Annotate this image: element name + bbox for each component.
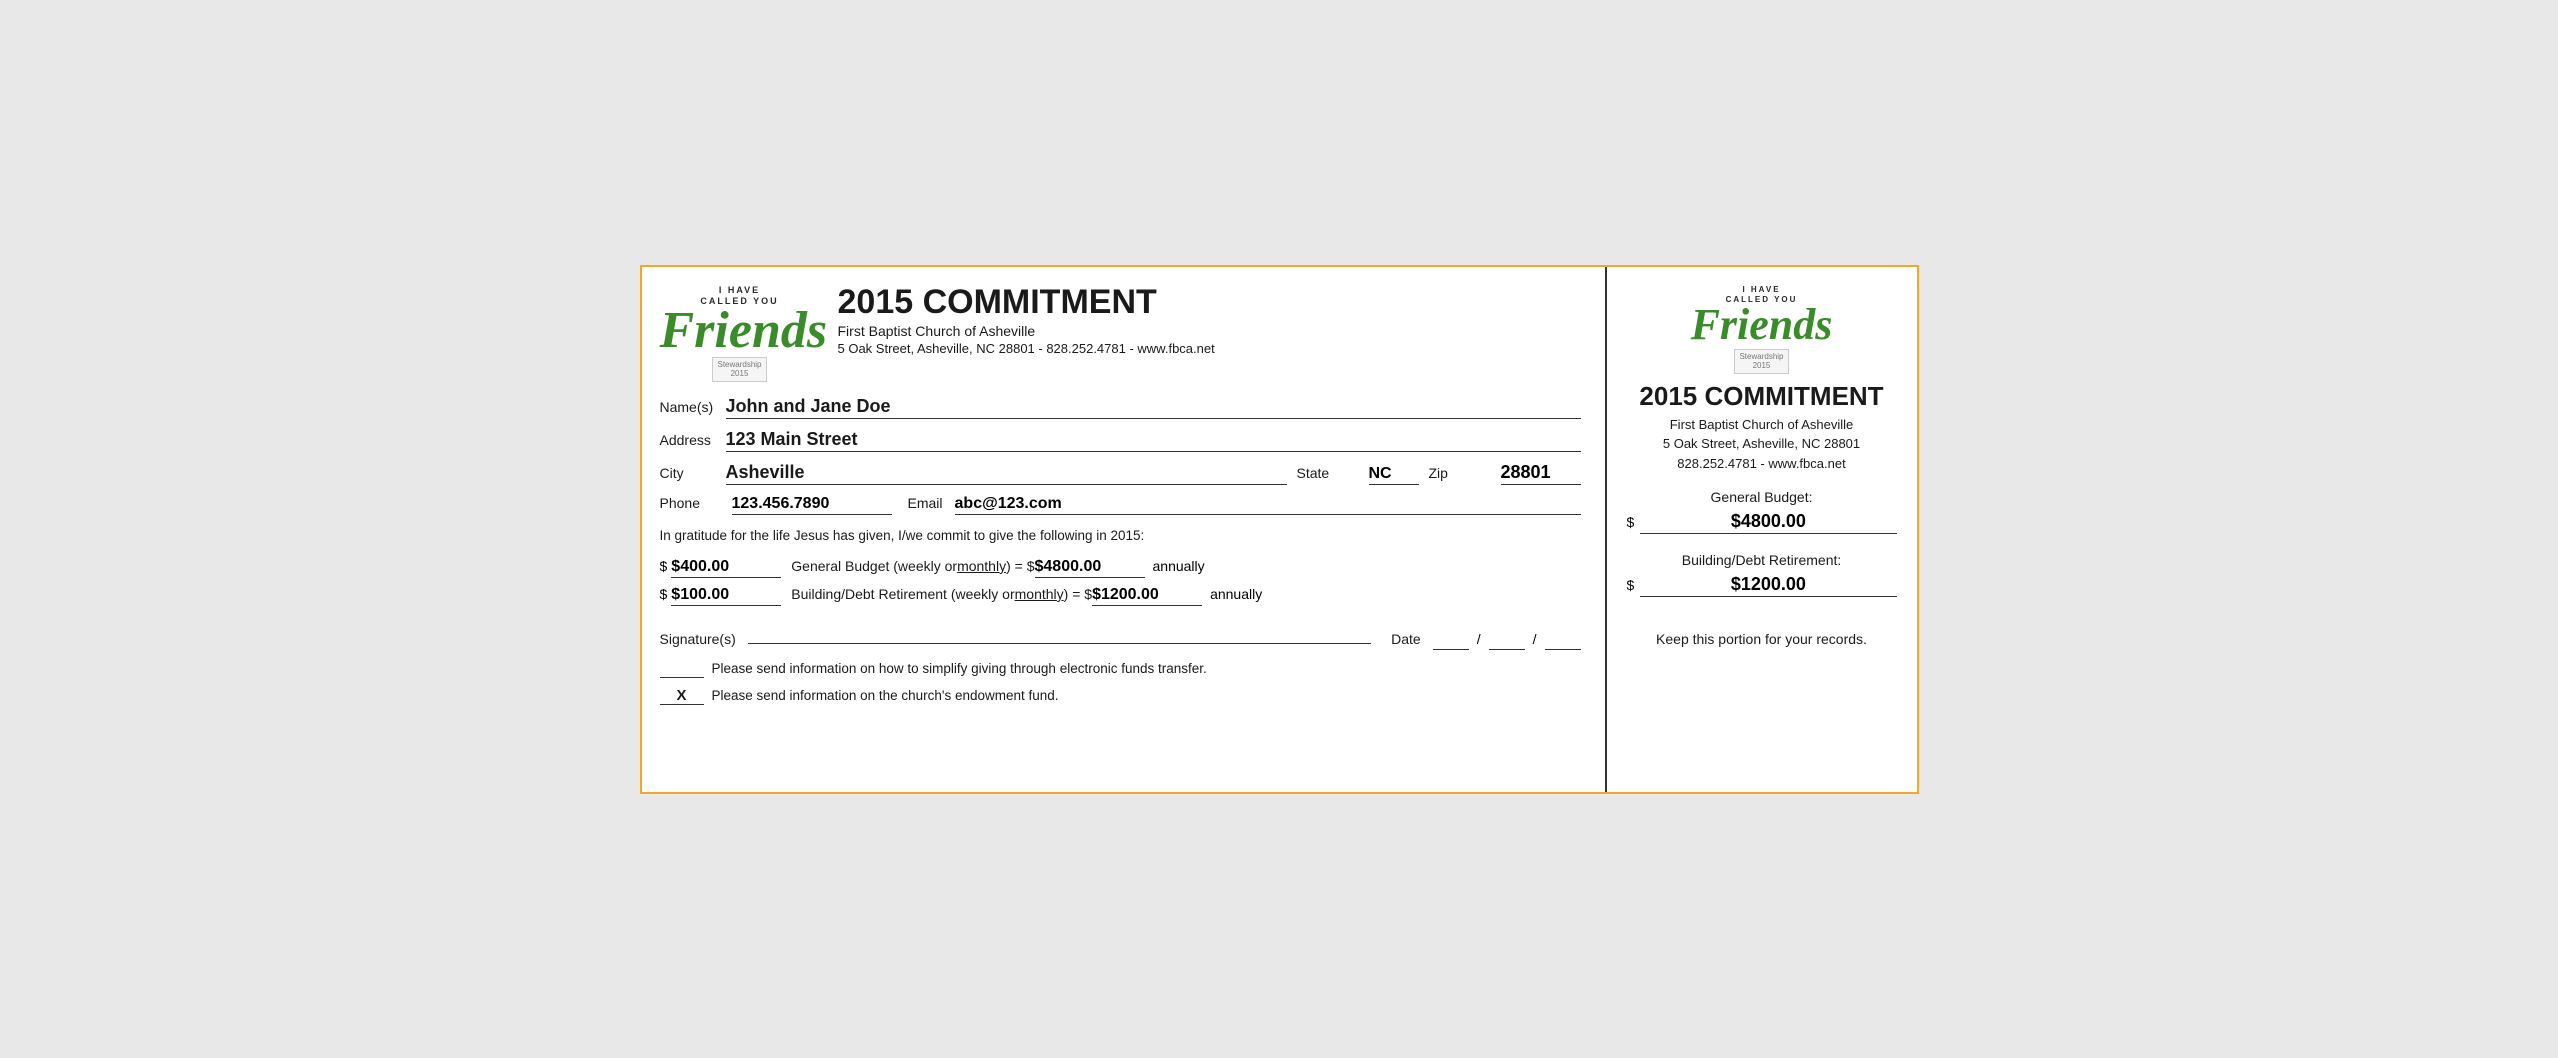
right-logo-friends: Friends bbox=[1691, 305, 1833, 345]
date-month bbox=[1433, 631, 1469, 650]
general-amount: $400.00 bbox=[671, 558, 781, 578]
right-building-label: Building/Debt Retirement: bbox=[1627, 552, 1897, 568]
phone-label: Phone bbox=[660, 495, 720, 511]
date-label: Date bbox=[1391, 631, 1421, 647]
email-part: Email abc@123.com bbox=[908, 495, 1581, 515]
email-label: Email bbox=[908, 495, 943, 511]
city-label: City bbox=[660, 465, 720, 481]
phone-value: 123.456.7890 bbox=[732, 495, 892, 515]
name-value: John and Jane Doe bbox=[726, 396, 1581, 419]
general-dollar-sign: $ bbox=[660, 558, 668, 574]
building-amount: $100.00 bbox=[671, 586, 781, 606]
building-desc-post: ) = $ bbox=[1064, 586, 1092, 602]
building-annually: annually bbox=[1210, 586, 1262, 602]
header-area: I HAVE CALLED YOU Friends Stewardship 20… bbox=[660, 285, 1581, 382]
checkbox-eft-text: Please send information on how to simpli… bbox=[712, 660, 1207, 679]
logo-area: I HAVE CALLED YOU Friends Stewardship 20… bbox=[660, 285, 820, 382]
stewardship-badge: Stewardship 2015 bbox=[712, 357, 766, 382]
name-label: Name(s) bbox=[660, 399, 720, 415]
logo-friends: Friends bbox=[660, 308, 820, 355]
phone-part: Phone 123.456.7890 bbox=[660, 495, 892, 515]
signature-row: Signature(s) Date / / bbox=[660, 624, 1581, 650]
building-desc-pre: Building/Debt Retirement (weekly or bbox=[791, 586, 1014, 602]
general-desc-post: ) = $ bbox=[1006, 558, 1034, 574]
city-part: City Asheville bbox=[660, 462, 1287, 485]
right-church-name: First Baptist Church of Asheville bbox=[1663, 415, 1860, 435]
right-general-amount: $4800.00 bbox=[1640, 511, 1896, 534]
building-monthly: monthly bbox=[1015, 586, 1064, 602]
general-monthly: monthly bbox=[957, 558, 1006, 574]
right-church-info: First Baptist Church of Asheville 5 Oak … bbox=[1663, 415, 1860, 474]
checkbox-eft-row: Please send information on how to simpli… bbox=[660, 660, 1581, 679]
email-value: abc@123.com bbox=[955, 495, 1581, 515]
right-general-budget: General Budget: $ $4800.00 bbox=[1627, 489, 1897, 534]
signature-part: Signature(s) bbox=[660, 624, 1372, 647]
church-info: 2015 COMMITMENT First Baptist Church of … bbox=[838, 285, 1581, 356]
building-dollar-sign: $ bbox=[660, 586, 668, 602]
commitment-title: 2015 COMMITMENT bbox=[838, 285, 1581, 319]
right-general-label: General Budget: bbox=[1627, 489, 1897, 505]
right-building-row: $ $1200.00 bbox=[1627, 574, 1897, 597]
checkbox-eft-blank bbox=[660, 660, 704, 678]
right-general-dollar: $ bbox=[1627, 514, 1635, 530]
building-annual: $1200.00 bbox=[1092, 586, 1202, 606]
logo-bottom: Stewardship 2015 bbox=[660, 357, 820, 382]
right-stewardship-badge: Stewardship 2015 bbox=[1691, 345, 1833, 374]
general-budget-row: $ $400.00 General Budget (weekly or mont… bbox=[660, 558, 1581, 578]
church-address: 5 Oak Street, Asheville, NC 28801 - 828.… bbox=[838, 341, 1581, 356]
right-church-address1: 5 Oak Street, Asheville, NC 28801 bbox=[1663, 434, 1860, 454]
right-building-dollar: $ bbox=[1627, 577, 1635, 593]
checkbox-endow-row: X Please send information on the church'… bbox=[660, 687, 1581, 706]
right-logo-area: I HAVE CALLED YOU Friends Stewardship 20… bbox=[1691, 285, 1833, 375]
date-day bbox=[1489, 631, 1525, 650]
state-value: NC bbox=[1369, 465, 1419, 485]
address-value: 123 Main Street bbox=[726, 429, 1581, 452]
right-records-text: Keep this portion for your records. bbox=[1656, 631, 1867, 647]
checkbox-endow-text: Please send information on the church's … bbox=[712, 687, 1059, 706]
zip-part: Zip 28801 bbox=[1429, 462, 1581, 485]
right-building-amount: $1200.00 bbox=[1640, 574, 1896, 597]
city-state-row: City Asheville State NC Zip 28801 bbox=[660, 462, 1581, 485]
signature-line bbox=[748, 624, 1371, 644]
commitment-form: I HAVE CALLED YOU Friends Stewardship 20… bbox=[640, 265, 1919, 794]
right-church-address2: 828.252.4781 - www.fbca.net bbox=[1663, 454, 1860, 474]
left-section: I HAVE CALLED YOU Friends Stewardship 20… bbox=[642, 267, 1607, 792]
phone-email-row: Phone 123.456.7890 Email abc@123.com bbox=[660, 495, 1581, 515]
building-debt-row: $ $100.00 Building/Debt Retirement (week… bbox=[660, 586, 1581, 606]
city-value: Asheville bbox=[726, 462, 1287, 485]
date-part: Date / / bbox=[1391, 631, 1580, 650]
zip-value: 28801 bbox=[1501, 462, 1581, 485]
address-label: Address bbox=[660, 432, 720, 448]
church-name: First Baptist Church of Asheville bbox=[838, 323, 1581, 339]
state-part: State NC bbox=[1297, 465, 1419, 485]
address-row: Address 123 Main Street bbox=[660, 429, 1581, 452]
general-annual: $4800.00 bbox=[1035, 558, 1145, 578]
general-desc-pre: General Budget (weekly or bbox=[791, 558, 957, 574]
date-slash-2: / bbox=[1533, 631, 1537, 647]
commitment-text: In gratitude for the life Jesus has give… bbox=[660, 527, 1581, 546]
name-row: Name(s) John and Jane Doe bbox=[660, 396, 1581, 419]
zip-label: Zip bbox=[1429, 465, 1489, 481]
date-slash-1: / bbox=[1477, 631, 1481, 647]
general-annually: annually bbox=[1153, 558, 1205, 574]
signature-label: Signature(s) bbox=[660, 631, 736, 647]
right-building-budget: Building/Debt Retirement: $ $1200.00 bbox=[1627, 552, 1897, 597]
right-commitment-title: 2015 COMMITMENT bbox=[1639, 382, 1883, 411]
checkbox-endow-mark: X bbox=[660, 687, 704, 705]
right-general-row: $ $4800.00 bbox=[1627, 511, 1897, 534]
right-section: I HAVE CALLED YOU Friends Stewardship 20… bbox=[1607, 267, 1917, 792]
date-year bbox=[1545, 631, 1581, 650]
state-label: State bbox=[1297, 465, 1357, 481]
